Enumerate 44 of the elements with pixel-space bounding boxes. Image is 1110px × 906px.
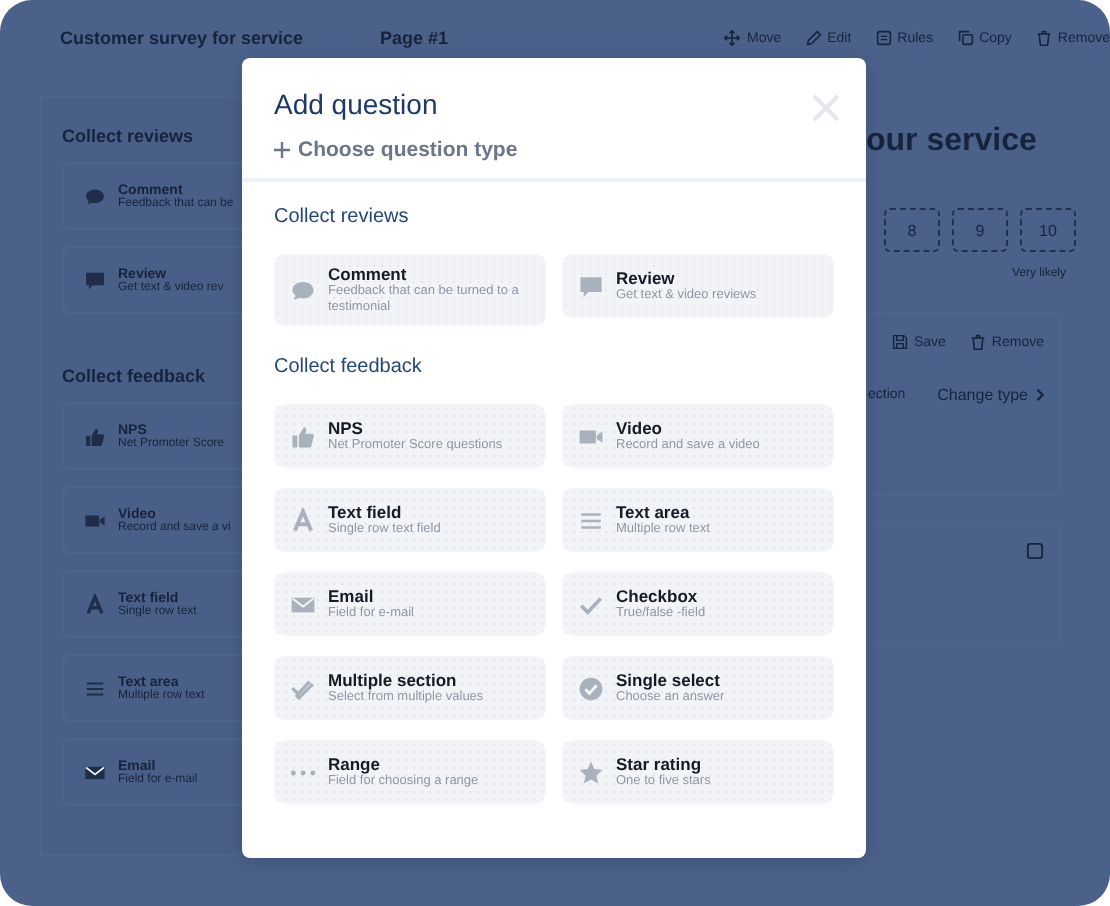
scale-option[interactable]: 9 <box>952 208 1008 252</box>
close-button[interactable] <box>810 92 842 124</box>
section-title: Collect reviews <box>62 126 194 146</box>
pencil-icon <box>805 30 822 46</box>
letter-a-icon <box>84 593 106 615</box>
envelope-icon <box>84 761 106 783</box>
section-title: Collect feedback <box>62 366 206 386</box>
lines-icon <box>84 677 106 699</box>
save-icon <box>891 334 908 350</box>
dialog-title: Add question <box>274 88 438 120</box>
plus-icon <box>274 142 290 158</box>
change-type-button[interactable]: Change type <box>937 386 1044 404</box>
rules-icon <box>875 30 892 46</box>
trash-icon <box>969 334 986 350</box>
card-label: Checkbox <box>616 586 698 607</box>
survey-title: Customer survey for service <box>60 28 306 48</box>
check-circle-icon <box>578 675 604 702</box>
thumbs-up-icon <box>84 425 106 447</box>
card-label: Review <box>616 267 677 288</box>
check-icon <box>578 591 604 618</box>
copy-icon <box>957 30 974 46</box>
move-icon <box>724 30 741 46</box>
thumbs-up-icon <box>290 423 316 450</box>
scale-option[interactable]: 10 <box>1020 208 1076 252</box>
lines-icon <box>578 507 604 534</box>
letter-a-icon <box>290 507 316 534</box>
message-icon <box>84 269 106 291</box>
close-icon <box>810 92 842 124</box>
speech-bubble-icon <box>84 185 106 207</box>
page-label: Page #1 <box>380 28 449 48</box>
scale-option[interactable]: 8 <box>884 208 940 252</box>
choose-type-button[interactable]: Choose question type <box>274 138 518 162</box>
trash-icon <box>1035 30 1052 46</box>
double-check-icon <box>290 675 316 702</box>
speech-bubble-icon <box>290 277 316 304</box>
card-label: Star rating <box>616 754 704 775</box>
star-icon <box>578 759 604 786</box>
section-title: Collect feedback <box>274 356 422 379</box>
card-label: Text area <box>616 502 692 523</box>
card-label: Video <box>616 418 662 439</box>
chevron-icon <box>1036 388 1044 402</box>
message-icon <box>578 273 604 299</box>
survey-heading: our service <box>866 124 1039 160</box>
card-label: Single select <box>616 670 722 691</box>
